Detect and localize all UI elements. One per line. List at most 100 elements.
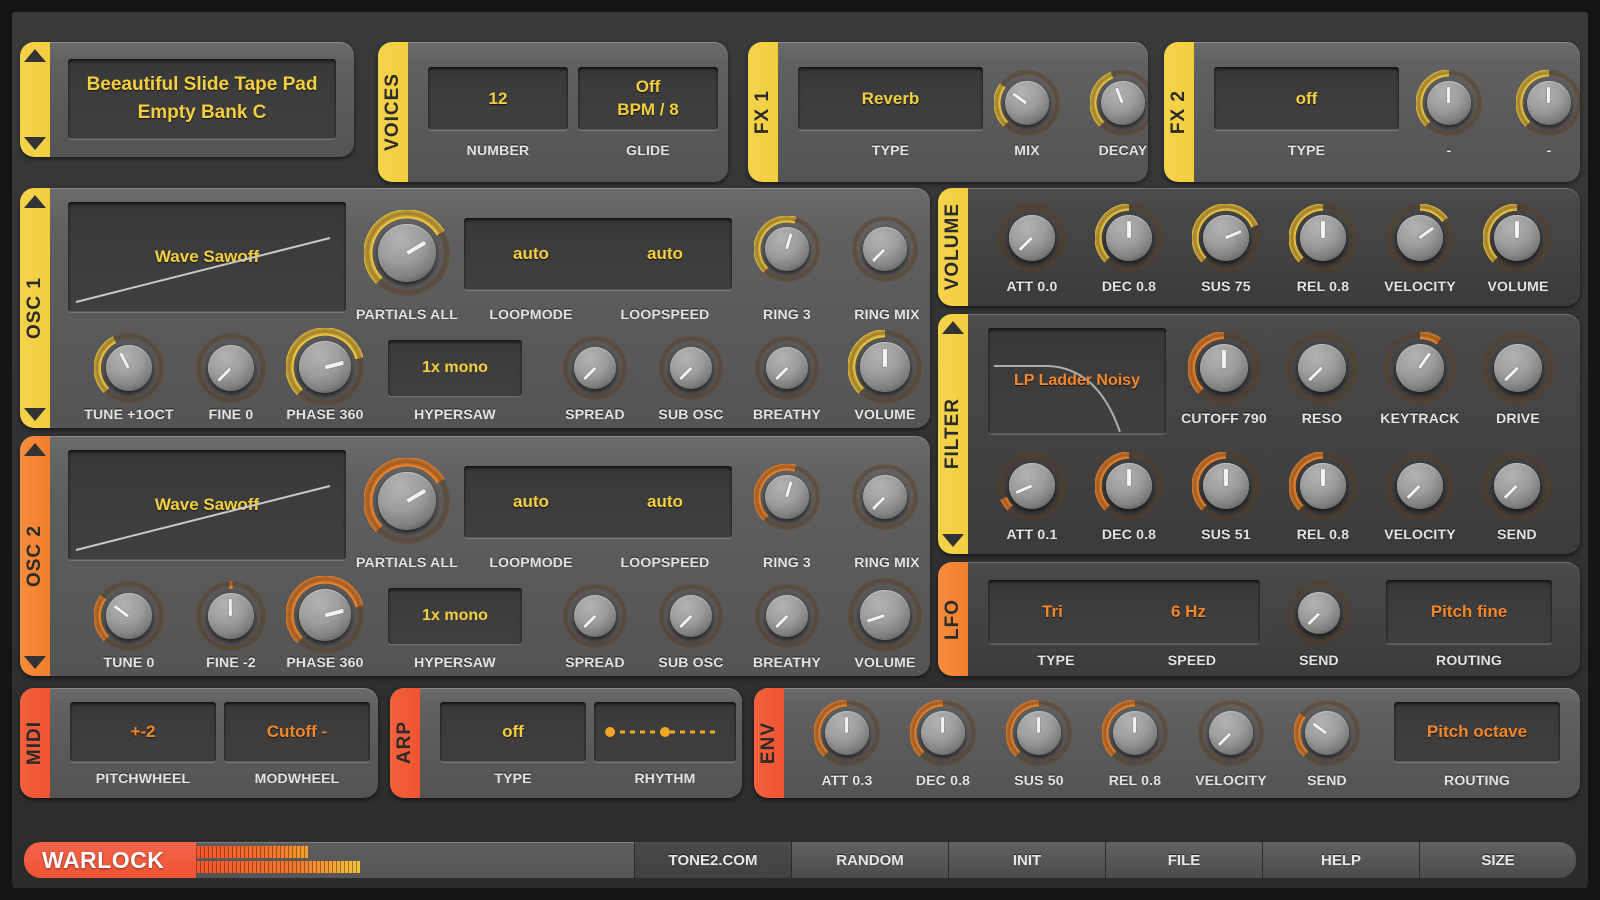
osc2-loop-display[interactable]: auto auto [464, 466, 732, 538]
fx1-type-display[interactable]: Reverb [798, 67, 983, 130]
osc2-tune-label: TUNE 0 [78, 654, 180, 670]
osc2-fine-knob[interactable] [196, 581, 266, 651]
osc1-down-icon[interactable] [24, 408, 46, 421]
osc2-module: OSC 2 Wave Saw off PARTIALS ALL auto aut… [20, 436, 930, 676]
osc1-up-icon[interactable] [24, 195, 46, 208]
volume-volume-knob[interactable] [1483, 204, 1551, 272]
lfo-routing-display[interactable]: Pitch fine [1386, 580, 1552, 644]
osc2-tab[interactable]: OSC 2 [20, 436, 50, 676]
volume-att-knob[interactable] [998, 204, 1066, 272]
filter-velocity-knob[interactable] [1386, 452, 1454, 520]
voices-tab: VOICES [378, 42, 408, 182]
filter-keytrack-knob[interactable] [1384, 332, 1456, 404]
midi-modwheel-display[interactable]: Cutoff - [224, 702, 370, 762]
fx2-type-value: off [1296, 89, 1318, 109]
osc2-phase-knob[interactable] [286, 576, 364, 654]
fx1-type-label: TYPE [798, 142, 983, 158]
size-button[interactable]: SIZE [1419, 842, 1576, 878]
help-button[interactable]: HELP [1262, 842, 1419, 878]
filter-drive-knob[interactable] [1482, 332, 1554, 404]
osc1-phase-knob[interactable] [286, 328, 364, 406]
volume-dec-knob[interactable] [1095, 204, 1163, 272]
fx2-param2-knob[interactable] [1516, 70, 1580, 136]
preset-name: Beeautiful Slide Tape Pad [87, 74, 318, 96]
osc2-up-icon[interactable] [24, 443, 46, 456]
osc2-partials-knob[interactable] [364, 458, 450, 544]
osc2-loopspeed-label: LOOPSPEED [598, 554, 732, 570]
env-sus-knob[interactable] [1006, 700, 1072, 766]
osc1-fine-knob[interactable] [196, 333, 266, 403]
osc1-module: OSC 1 Wave Saw off PARTIALS ALL auto aut… [20, 188, 930, 428]
volume-sus-knob[interactable] [1192, 204, 1260, 272]
osc2-breathy-knob[interactable] [755, 584, 819, 648]
osc2-wave-display[interactable]: Wave Saw off [68, 450, 346, 560]
filter-cutoff-knob[interactable] [1188, 332, 1260, 404]
osc2-hypersaw-display[interactable]: 1x mono [388, 588, 522, 644]
env-dec-knob[interactable] [910, 700, 976, 766]
arp-rhythm-display[interactable] [594, 702, 736, 762]
fx2-type-display[interactable]: off [1214, 67, 1399, 130]
volume-velocity-knob[interactable] [1386, 204, 1454, 272]
env-send-knob[interactable] [1294, 700, 1360, 766]
osc1-volume-knob[interactable] [848, 330, 922, 404]
filter-rel-knob[interactable] [1289, 452, 1357, 520]
filter-dec-knob[interactable] [1095, 452, 1163, 520]
fx1-mix-knob[interactable] [994, 70, 1060, 136]
osc1-tab[interactable]: OSC 1 [20, 188, 50, 428]
file-button[interactable]: FILE [1105, 842, 1262, 878]
osc1-tune-knob[interactable] [94, 333, 164, 403]
osc2-subosc-knob[interactable] [659, 584, 723, 648]
env-title: ENV [758, 722, 780, 764]
filter-att-knob[interactable] [998, 452, 1066, 520]
osc1-ring-knob[interactable] [754, 216, 820, 282]
midi-pitchwheel-display[interactable]: +-2 [70, 702, 216, 762]
env-module: ENV ATT 0.3 DEC 0.8 SUS 50 REL 0.8 VELOC… [754, 688, 1580, 798]
tone2-link-button[interactable]: TONE2.COM [634, 842, 791, 878]
filter-tab[interactable]: FILTER [938, 314, 968, 554]
osc1-breathy-knob[interactable] [755, 336, 819, 400]
osc1-partials-knob[interactable] [364, 210, 450, 296]
midi-module: MIDI +-2 PITCHWHEEL Cutoff - MODWHEEL [20, 688, 378, 798]
osc1-hypersaw-display[interactable]: 1x mono [388, 340, 522, 396]
filter-reso-knob[interactable] [1286, 332, 1358, 404]
lfo-type-speed-display[interactable]: Tri 6 Hz [988, 580, 1260, 644]
fx2-param1-knob[interactable] [1416, 70, 1482, 136]
voices-glide-display[interactable]: Off BPM / 8 [578, 67, 718, 130]
env-routing-display[interactable]: Pitch octave [1394, 702, 1560, 762]
osc1-wave-display[interactable]: Wave Saw off [68, 202, 346, 312]
osc2-down-icon[interactable] [24, 656, 46, 669]
filter-type-value: LP Ladder Noisy [1014, 372, 1140, 390]
env-velocity-knob[interactable] [1198, 700, 1264, 766]
fx1-decay-knob[interactable] [1090, 70, 1148, 136]
preset-down-icon[interactable] [24, 137, 46, 150]
env-rel-knob[interactable] [1102, 700, 1168, 766]
osc1-spread-knob[interactable] [563, 336, 627, 400]
filter-sus-knob[interactable] [1192, 452, 1260, 520]
filter-down-icon[interactable] [942, 534, 964, 547]
preset-up-icon[interactable] [24, 49, 46, 62]
osc2-volume-knob[interactable] [848, 578, 922, 652]
filter-up-icon[interactable] [942, 321, 964, 334]
volume-rel-knob[interactable] [1289, 204, 1357, 272]
preset-nav-tab[interactable] [20, 42, 50, 157]
filter-send-knob[interactable] [1483, 452, 1551, 520]
osc1-subosc-knob[interactable] [659, 336, 723, 400]
osc2-spread-label: SPREAD [553, 654, 637, 670]
osc2-spread-knob[interactable] [563, 584, 627, 648]
osc1-loop-display[interactable]: auto auto [464, 218, 732, 290]
voices-number-display[interactable]: 12 [428, 67, 568, 130]
preset-display[interactable]: Beeautiful Slide Tape Pad Empty Bank C [68, 59, 336, 139]
osc2-ringmix-knob[interactable] [852, 464, 918, 530]
filter-send-label: SEND [1475, 526, 1559, 542]
random-button[interactable]: RANDOM [791, 842, 948, 878]
osc1-ringmix-knob[interactable] [852, 216, 918, 282]
env-att-knob[interactable] [814, 700, 880, 766]
osc2-tune-knob[interactable] [94, 581, 164, 651]
init-button[interactable]: INIT [948, 842, 1105, 878]
filter-type-display[interactable]: LP Ladder Noisy [988, 328, 1166, 434]
lfo-send-knob[interactable] [1288, 582, 1350, 644]
osc2-subosc-label: SUB OSC [647, 654, 735, 670]
arp-type-display[interactable]: off [440, 702, 586, 762]
output-meter [196, 842, 634, 878]
osc2-ring-knob[interactable] [754, 464, 820, 530]
